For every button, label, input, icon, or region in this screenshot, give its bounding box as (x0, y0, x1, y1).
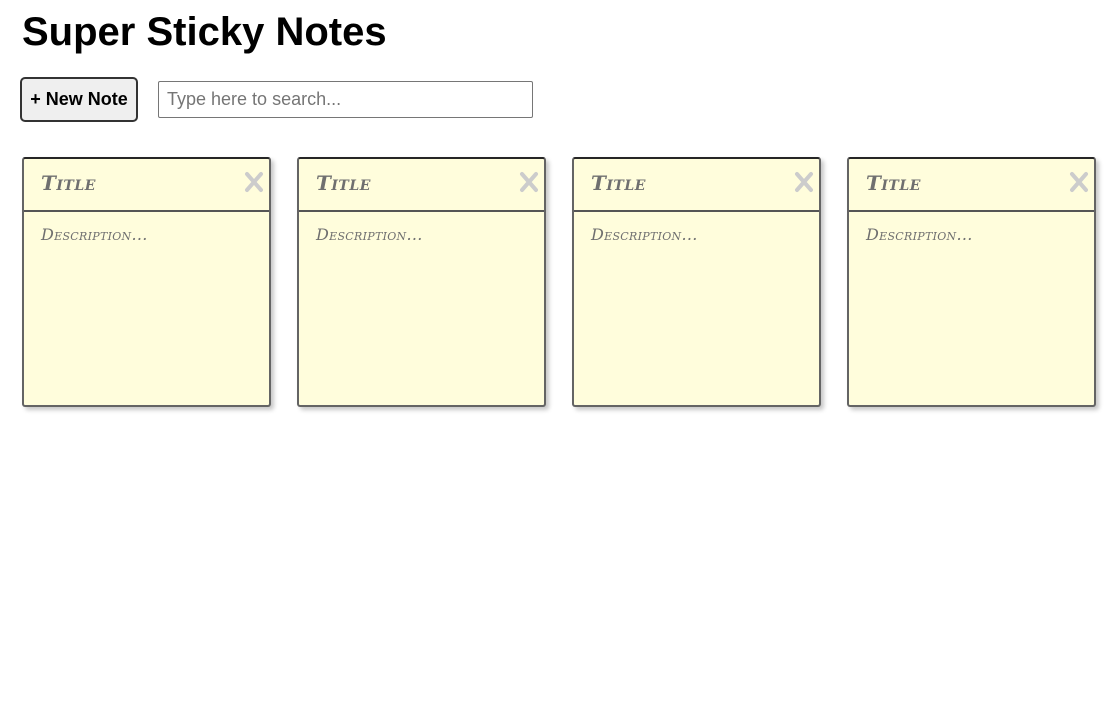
search-input[interactable] (158, 81, 533, 118)
note-description[interactable]: Description... (41, 225, 148, 244)
note-card: Title Description... (847, 157, 1096, 407)
page-title: Super Sticky Notes (22, 10, 387, 54)
note-title-bar: Title (299, 159, 544, 212)
note-card: Title Description... (572, 157, 821, 407)
close-icon[interactable] (243, 170, 265, 194)
note-description[interactable]: Description... (316, 225, 423, 244)
close-icon[interactable] (1068, 170, 1090, 194)
note-card: Title Description... (22, 157, 271, 407)
note-card: Title Description... (297, 157, 546, 407)
close-icon[interactable] (518, 170, 540, 194)
note-title-bar: Title (849, 159, 1094, 212)
note-description[interactable]: Description... (591, 225, 698, 244)
note-title[interactable]: Title (591, 171, 646, 195)
note-title[interactable]: Title (316, 171, 371, 195)
new-note-button[interactable]: + New Note (20, 77, 138, 122)
note-title[interactable]: Title (41, 171, 96, 195)
note-title-bar: Title (24, 159, 269, 212)
close-icon[interactable] (793, 170, 815, 194)
note-description[interactable]: Description... (866, 225, 973, 244)
note-title-bar: Title (574, 159, 819, 212)
note-title[interactable]: Title (866, 171, 921, 195)
app-root: Super Sticky Notes + New Note Title Desc… (0, 0, 1118, 704)
